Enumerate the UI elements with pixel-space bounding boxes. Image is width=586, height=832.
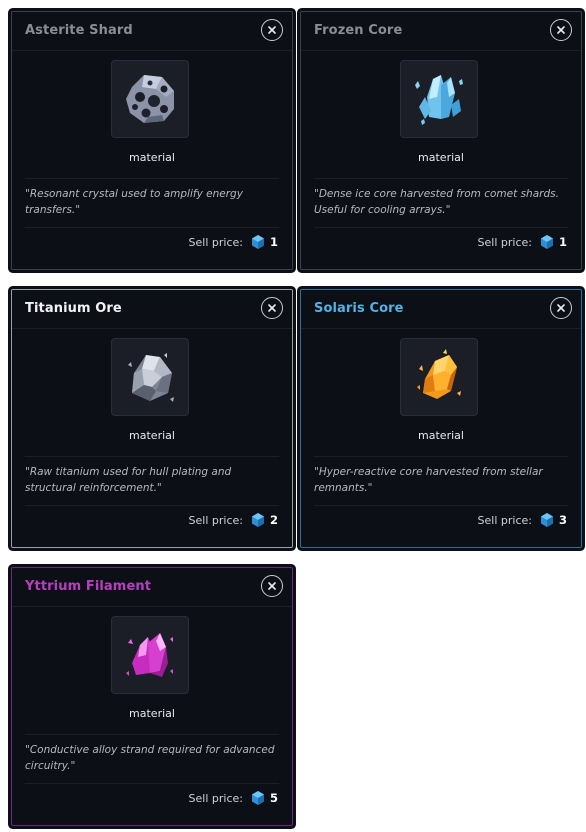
sell-price: Sell price: 5 <box>189 790 278 806</box>
close-button[interactable] <box>261 19 283 41</box>
sell-price-value: 2 <box>269 513 278 527</box>
sell-price-label: Sell price: <box>188 513 243 527</box>
item-title: Frozen Core <box>314 23 403 38</box>
item-description: "Resonant crystal used to amplify energy… <box>25 188 243 216</box>
item-description: "Conductive alloy strand required for ad… <box>25 744 275 772</box>
item-image-frame <box>400 60 478 138</box>
item-description: "Dense ice core harvested from comet sha… <box>314 188 559 216</box>
item-image-frame <box>111 616 189 694</box>
item-image-frame <box>111 338 189 416</box>
close-button[interactable] <box>550 297 572 319</box>
close-button[interactable] <box>550 19 572 41</box>
item-type-label: material <box>129 707 175 720</box>
item-card-asterite-shard: Asterite Shard material "Resonant crysta… <box>11 11 293 270</box>
ice-crystal-icon <box>415 75 463 125</box>
card-header: Frozen Core <box>301 12 581 51</box>
item-image-frame <box>111 60 189 138</box>
titanium-ore-icon <box>128 353 174 402</box>
close-button[interactable] <box>261 575 283 597</box>
close-icon <box>268 26 276 34</box>
item-description: "Raw titanium used for hull plating and … <box>25 466 232 494</box>
sell-price-value: 1 <box>269 235 278 249</box>
card-header: Titanium Ore <box>12 290 292 329</box>
item-title: Solaris Core <box>314 301 404 316</box>
item-type-label: material <box>418 151 464 164</box>
description-section: "Dense ice core harvested from comet sha… <box>314 178 568 228</box>
card-header: Yttrium Filament <box>12 568 292 607</box>
description-section: "Raw titanium used for hull plating and … <box>25 456 279 506</box>
sell-price-label: Sell price: <box>188 791 243 805</box>
blue-hexagon-gem-icon <box>251 791 264 805</box>
sell-price: Sell price: 1 <box>478 234 567 250</box>
item-title: Asterite Shard <box>25 23 133 38</box>
item-type-label: material <box>129 429 175 442</box>
item-type-label: material <box>418 429 464 442</box>
description-section: "Hyper-reactive core harvested from stel… <box>314 456 568 506</box>
item-card-frozen-core: Frozen Core material "Dense ice core har… <box>300 11 582 270</box>
blue-hexagon-gem-icon <box>251 513 264 527</box>
sell-price-value: 5 <box>269 791 278 805</box>
item-card-yttrium-filament: Yttrium Filament material "Conductive al… <box>11 567 293 826</box>
magenta-crystal-icon <box>126 633 173 677</box>
amber-crystal-icon <box>417 349 461 399</box>
item-title: Yttrium Filament <box>25 579 152 594</box>
sell-price: Sell price: 2 <box>189 512 278 528</box>
close-icon <box>557 304 565 312</box>
close-icon <box>268 582 276 590</box>
card-header: Asterite Shard <box>12 12 292 51</box>
item-card-titanium-ore: Titanium Ore material "Raw titanium used… <box>11 289 293 548</box>
close-icon <box>268 304 276 312</box>
description-section: "Resonant crystal used to amplify energy… <box>25 178 279 228</box>
sell-price-label: Sell price: <box>477 235 532 249</box>
item-image-frame <box>400 338 478 416</box>
sell-price: Sell price: 3 <box>478 512 567 528</box>
item-card-solaris-core: Solaris Core material "Hyper-reactive co… <box>300 289 582 548</box>
blue-hexagon-gem-icon <box>540 513 553 527</box>
sell-price-label: Sell price: <box>188 235 243 249</box>
item-title: Titanium Ore <box>25 301 122 316</box>
close-button[interactable] <box>261 297 283 319</box>
sell-price-label: Sell price: <box>477 513 532 527</box>
item-type-label: material <box>129 151 175 164</box>
description-section: "Conductive alloy strand required for ad… <box>25 734 279 784</box>
card-header: Solaris Core <box>301 290 581 329</box>
sell-price-value: 3 <box>558 513 567 527</box>
asterite-rock-icon <box>126 75 174 123</box>
sell-price-value: 1 <box>558 235 567 249</box>
item-description: "Hyper-reactive core harvested from stel… <box>314 466 543 494</box>
blue-hexagon-gem-icon <box>251 235 264 249</box>
blue-hexagon-gem-icon <box>540 235 553 249</box>
close-icon <box>557 26 565 34</box>
sell-price: Sell price: 1 <box>189 234 278 250</box>
